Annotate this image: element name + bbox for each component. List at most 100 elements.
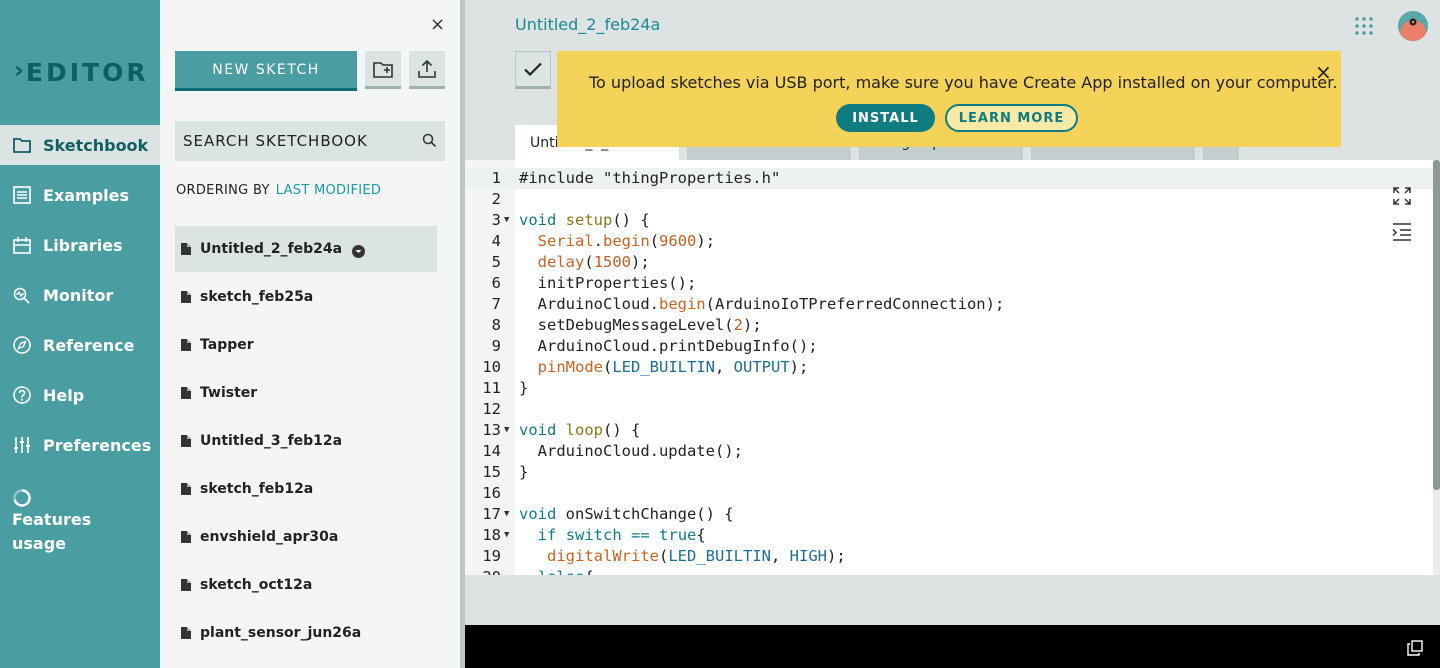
copy-icon[interactable] <box>1407 640 1423 656</box>
line-number: 6 <box>491 274 501 292</box>
learn-more-button[interactable]: LEARN MORE <box>945 104 1078 132</box>
code-line: 9 ArduinoCloud.printDebugInfo(); <box>465 336 1433 357</box>
avatar[interactable] <box>1398 11 1428 41</box>
fold-arrow-icon[interactable]: ▼ <box>504 420 509 441</box>
sketch-list-item[interactable]: envshield_apr30a <box>175 514 437 560</box>
install-notification: To upload sketches via USB port, make su… <box>557 51 1341 147</box>
new-sketch-button[interactable]: NEW SKETCH <box>175 51 357 91</box>
ordering-value[interactable]: LAST MODIFIED <box>276 183 382 198</box>
code-line: 8 setDebugMessageLevel(2); <box>465 315 1433 336</box>
line-number: 12 <box>482 400 501 418</box>
verify-button[interactable] <box>515 51 551 89</box>
sketch-list-item[interactable]: sketch_feb12a <box>175 466 437 512</box>
nav-item-preferences[interactable]: Preferences <box>0 425 160 465</box>
nav-item-features-usage[interactable]: Features usage <box>0 482 160 553</box>
file-icon <box>181 483 191 495</box>
code-editor[interactable]: 1 #include "thingProperties.h" 2 3 ▼ void s… <box>465 160 1433 575</box>
sketch-list-item[interactable]: Untitled_3_feb12a <box>175 418 437 464</box>
line-number: 5 <box>491 253 501 271</box>
sketch-list-item[interactable]: sketch_feb25a <box>175 274 437 320</box>
file-icon <box>181 627 191 639</box>
nav-item-monitor[interactable]: Monitor <box>0 275 160 315</box>
nav-item-label: Libraries <box>43 235 123 255</box>
indent-icon[interactable] <box>1392 222 1412 242</box>
nav-item-libraries[interactable]: Libraries <box>0 225 160 265</box>
line-number: 8 <box>491 316 501 334</box>
code-line: 10 pinMode(LED_BUILTIN, OUTPUT); <box>465 357 1433 378</box>
code-line: 7 ArduinoCloud.begin(ArduinoIoTPreferred… <box>465 294 1433 315</box>
nav-item-label: Features usage <box>12 510 92 553</box>
checkmark-icon <box>524 62 542 77</box>
code-line: 6 initProperties(); <box>465 273 1433 294</box>
apps-grid-icon[interactable] <box>1354 16 1374 36</box>
editor-scrollbar-thumb[interactable] <box>1433 160 1440 490</box>
search-icon[interactable] <box>422 133 437 148</box>
nav-item-label: Monitor <box>43 285 114 305</box>
code-line: 17 ▼ void onSwitchChange() { <box>465 504 1433 525</box>
sketch-list-item[interactable]: Untitled_2_feb24a <box>175 226 437 272</box>
sketch-title[interactable]: Untitled_2_feb24a <box>515 15 660 34</box>
nav-item-label: Examples <box>43 185 130 205</box>
close-notification-icon[interactable]: × <box>1315 60 1332 84</box>
monitor-icon <box>12 285 32 305</box>
nav-item-label: Preferences <box>43 435 152 455</box>
line-number: 7 <box>491 295 501 313</box>
nav-item-examples[interactable]: Examples <box>0 175 160 215</box>
line-number: 13 <box>482 421 501 439</box>
line-number: 3 <box>491 211 501 229</box>
code-line: 12 <box>465 399 1433 420</box>
notification-text: To upload sketches via USB port, make su… <box>589 73 1338 92</box>
nav-item-reference[interactable]: Reference <box>0 325 160 365</box>
console-header <box>465 575 1440 625</box>
sketch-name: Twister <box>200 385 258 401</box>
compass-icon <box>12 335 32 355</box>
chevron-right-icon: › <box>14 56 24 84</box>
expand-icon[interactable] <box>1392 186 1412 206</box>
line-number: 14 <box>482 442 501 460</box>
new-folder-button[interactable] <box>365 51 401 89</box>
code-line: 2 <box>465 189 1433 210</box>
editor-logo: ›EDITOR <box>14 56 149 87</box>
sliders-icon <box>12 435 32 455</box>
nav-item-sketchbook[interactable]: Sketchbook <box>0 125 167 165</box>
sketch-name: Untitled_3_feb12a <box>200 433 343 449</box>
chevron-down-icon[interactable] <box>352 244 366 258</box>
fold-arrow-icon[interactable]: ▼ <box>504 210 509 231</box>
search-input[interactable] <box>183 132 413 150</box>
import-sketch-button[interactable] <box>409 51 445 89</box>
file-icon <box>181 579 191 591</box>
sketch-name: envshield_apr30a <box>200 529 339 545</box>
fold-arrow-icon[interactable]: ▼ <box>504 504 509 525</box>
nav-item-label: Reference <box>43 335 135 355</box>
code-line: 18 ▼ if switch == true{ <box>465 525 1433 546</box>
line-number: 2 <box>491 190 501 208</box>
code-line: 14 ArduinoCloud.update(); <box>465 441 1433 462</box>
close-panel-icon[interactable]: × <box>430 14 445 35</box>
library-icon <box>12 235 32 255</box>
line-number: 19 <box>482 547 501 565</box>
sketch-list-item[interactable]: sketch_oct12a <box>175 562 437 608</box>
file-icon <box>181 339 191 351</box>
sketchbook-panel: × NEW SKETCH ORDERING BY LAST MODIFIED Un… <box>160 0 460 668</box>
ordering-label: ORDERING BY <box>176 183 270 198</box>
list-icon <box>12 185 32 205</box>
sketch-list-item[interactable]: Twister <box>175 370 437 416</box>
line-number: 1 <box>491 169 501 187</box>
line-number: 9 <box>491 337 501 355</box>
install-button[interactable]: INSTALL <box>836 104 935 132</box>
nav-item-help[interactable]: Help <box>0 375 160 415</box>
user-avatar-icon <box>1398 11 1428 41</box>
progress-ring-icon <box>12 488 32 508</box>
fold-arrow-icon[interactable]: ▼ <box>504 525 509 546</box>
help-icon <box>12 385 32 405</box>
sketch-list-item[interactable]: Tapper <box>175 322 437 368</box>
file-icon <box>181 531 191 543</box>
line-number: 15 <box>482 463 501 481</box>
sketch-list-item[interactable]: plant_sensor_jun26a <box>175 610 437 656</box>
code-line: 19 digitalWrite(LED_BUILTIN, HIGH); <box>465 546 1433 567</box>
line-number: 4 <box>491 232 501 250</box>
output-console <box>465 625 1440 668</box>
nav-item-label: Help <box>43 385 85 405</box>
file-icon <box>181 435 191 447</box>
file-icon <box>181 291 191 303</box>
